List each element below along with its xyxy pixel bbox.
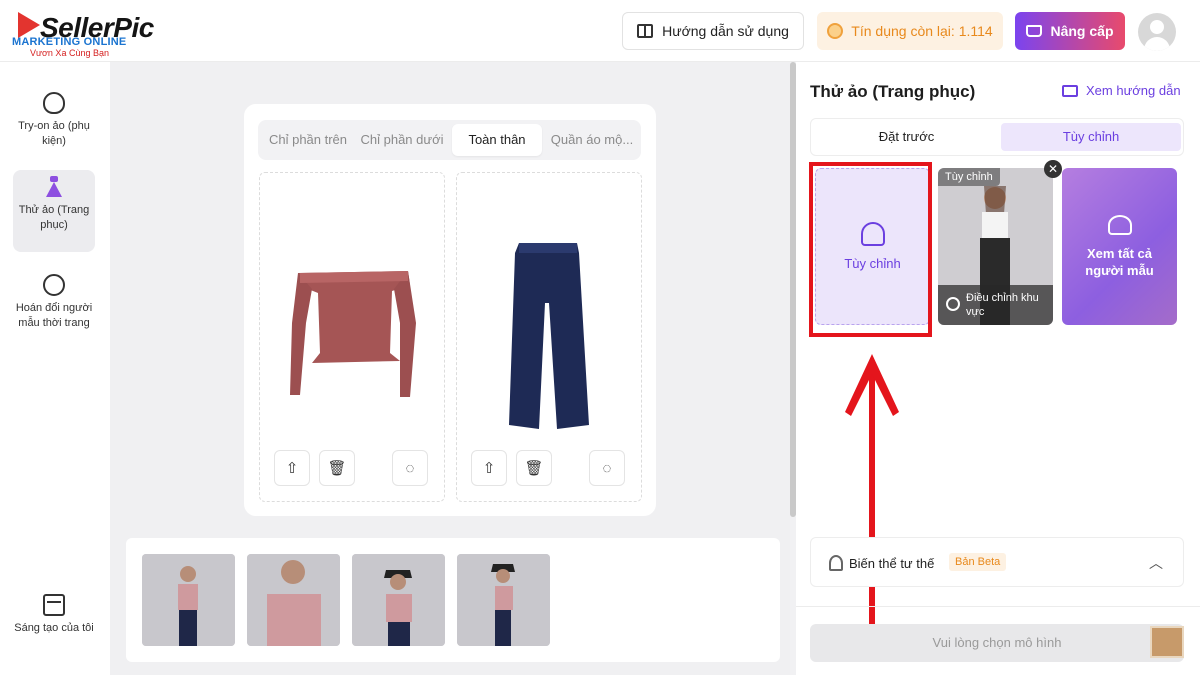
divider	[796, 606, 1200, 607]
generate-button[interactable]: Vui lòng chọn mô hình	[810, 624, 1184, 662]
user-guide-label: Hướng dẫn sử dụng	[662, 23, 789, 39]
sidebar-item-label: Try-on ảo (phụ kiện)	[18, 120, 90, 147]
model-card-badge: Tùy chỉnh	[938, 168, 1000, 186]
model-swap-icon	[43, 274, 65, 296]
avatar-head	[1150, 20, 1164, 34]
view-all-models-card[interactable]: Xem tất cả người mẫu	[1062, 168, 1177, 325]
trash-icon: 🗑	[327, 460, 347, 477]
trash-icon: 🗑	[524, 460, 544, 477]
model-source-toggle: Đặt trước Tùy chỉnh	[810, 118, 1184, 156]
panel-title: Thử ảo (Trang phục)	[810, 82, 976, 101]
upgrade-label: Nâng cấp	[1050, 23, 1114, 39]
sidebar-item-label: Sáng tạo của tôi	[14, 622, 94, 634]
lasso-icon: ◌	[405, 459, 415, 477]
video-icon	[1062, 84, 1078, 97]
result-thumbnail[interactable]	[142, 554, 235, 646]
watermark-line-1: MARKETING ONLINE	[12, 36, 127, 48]
user-guide-button[interactable]: Hướng dẫn sử dụng	[622, 12, 804, 50]
jeans-image	[509, 243, 589, 429]
book-icon	[637, 24, 654, 38]
select-area-button-top[interactable]: ◌	[392, 450, 428, 486]
upload-icon: ⇧	[285, 460, 299, 477]
selected-model-card[interactable]: Tùy chỉnh Điều chỉnh khu vực	[938, 168, 1053, 325]
left-sidebar: Try-on ảo (phụ kiện) Thử ảo (Trang phục)…	[0, 62, 110, 675]
model-photo	[457, 554, 550, 646]
tab-more-clothes[interactable]: Quần áo mộ...	[546, 124, 638, 156]
tab-upper-body[interactable]: Chỉ phần trên	[262, 124, 354, 156]
remove-model-button[interactable]: ✕	[1044, 160, 1062, 178]
model-photo	[247, 554, 340, 646]
watermark-line-2: Vươn Xa Cùng Bạn	[30, 48, 109, 58]
view-all-models-label: Xem tất cả người mẫu	[1085, 245, 1154, 278]
result-thumbnail[interactable]	[247, 554, 340, 646]
sidebar-item-label: Thử ảo (Trang phục)	[18, 204, 90, 231]
model-photo	[352, 554, 445, 646]
garment-type-tabs: Chỉ phần trên Chỉ phần dưới Toàn thân Qu…	[258, 120, 641, 160]
credit-balance-button[interactable]: Tín dụng còn lại: 1.114	[817, 12, 1003, 50]
adjust-area-label: Điều chỉnh khu vực	[966, 292, 1039, 318]
play-logo-icon	[18, 12, 40, 38]
tab-lower-body[interactable]: Chỉ phần dưới	[356, 124, 448, 156]
pose-variation-section[interactable]: Biến thể tư thế Bản Beta ︿	[810, 537, 1184, 587]
delete-button-top[interactable]: 🗑	[319, 450, 355, 486]
credit-label: Tín dụng còn lại: 1.114	[851, 23, 993, 39]
upload-button-top[interactable]: ⇧	[274, 450, 310, 486]
sidebar-item-accessory-tryon[interactable]: Try-on ảo (phụ kiện)	[13, 86, 95, 156]
delete-button-bottom[interactable]: 🗑	[516, 450, 552, 486]
pose-variation-label: Biến thể tư thế	[849, 556, 935, 571]
segment-custom[interactable]: Tùy chỉnh	[1001, 123, 1181, 151]
model-photo	[142, 554, 235, 646]
beta-badge: Bản Beta	[949, 553, 1007, 571]
sidebar-item-my-creations[interactable]: Sáng tạo của tôi	[13, 588, 95, 650]
close-icon: ✕	[1047, 162, 1059, 176]
annotation-highlight-box	[809, 162, 932, 337]
result-thumbnail[interactable]	[457, 554, 550, 646]
people-icon	[1107, 214, 1132, 235]
chevron-up-icon[interactable]: ︿	[1149, 553, 1163, 573]
adjust-area-icon	[946, 297, 960, 311]
floating-thumbnail[interactable]	[1150, 626, 1184, 658]
sidebar-item-label: Hoán đổi người mẫu thời trang	[15, 302, 93, 329]
coin-icon	[827, 23, 844, 39]
user-avatar[interactable]	[1138, 13, 1176, 51]
lasso-icon: ◌	[602, 459, 612, 477]
crown-icon	[1026, 25, 1043, 37]
off-shoulder-top-image	[290, 271, 416, 397]
sellerpic-logo[interactable]: SellerPic MARKETING ONLINE Vươn Xa Cùng …	[12, 10, 162, 58]
accessory-icon	[43, 92, 65, 114]
top-header: SellerPic MARKETING ONLINE Vươn Xa Cùng …	[0, 0, 1200, 62]
view-guide-label: Xem hướng dẫn	[1086, 83, 1181, 98]
view-guide-link[interactable]: Xem hướng dẫn	[1062, 83, 1181, 98]
segment-preset[interactable]: Đặt trước	[815, 123, 998, 151]
annotation-arrow-head	[845, 354, 899, 416]
adjust-area-button[interactable]: Điều chỉnh khu vực	[938, 285, 1053, 325]
upload-button-bottom[interactable]: ⇧	[471, 450, 507, 486]
avatar-body	[1144, 37, 1170, 51]
select-area-button-bottom[interactable]: ◌	[589, 450, 625, 486]
upload-icon: ⇧	[482, 460, 496, 477]
dress-icon	[43, 176, 65, 198]
upgrade-button[interactable]: Nâng cấp	[1015, 12, 1125, 50]
result-thumbnail[interactable]	[352, 554, 445, 646]
pose-icon	[829, 555, 843, 571]
sidebar-item-outfit-tryon[interactable]: Thử ảo (Trang phục)	[13, 170, 95, 252]
my-creations-icon	[43, 594, 65, 616]
tab-full-body[interactable]: Toàn thân	[452, 124, 542, 156]
sidebar-item-model-swap[interactable]: Hoán đổi người mẫu thời trang	[13, 268, 95, 358]
